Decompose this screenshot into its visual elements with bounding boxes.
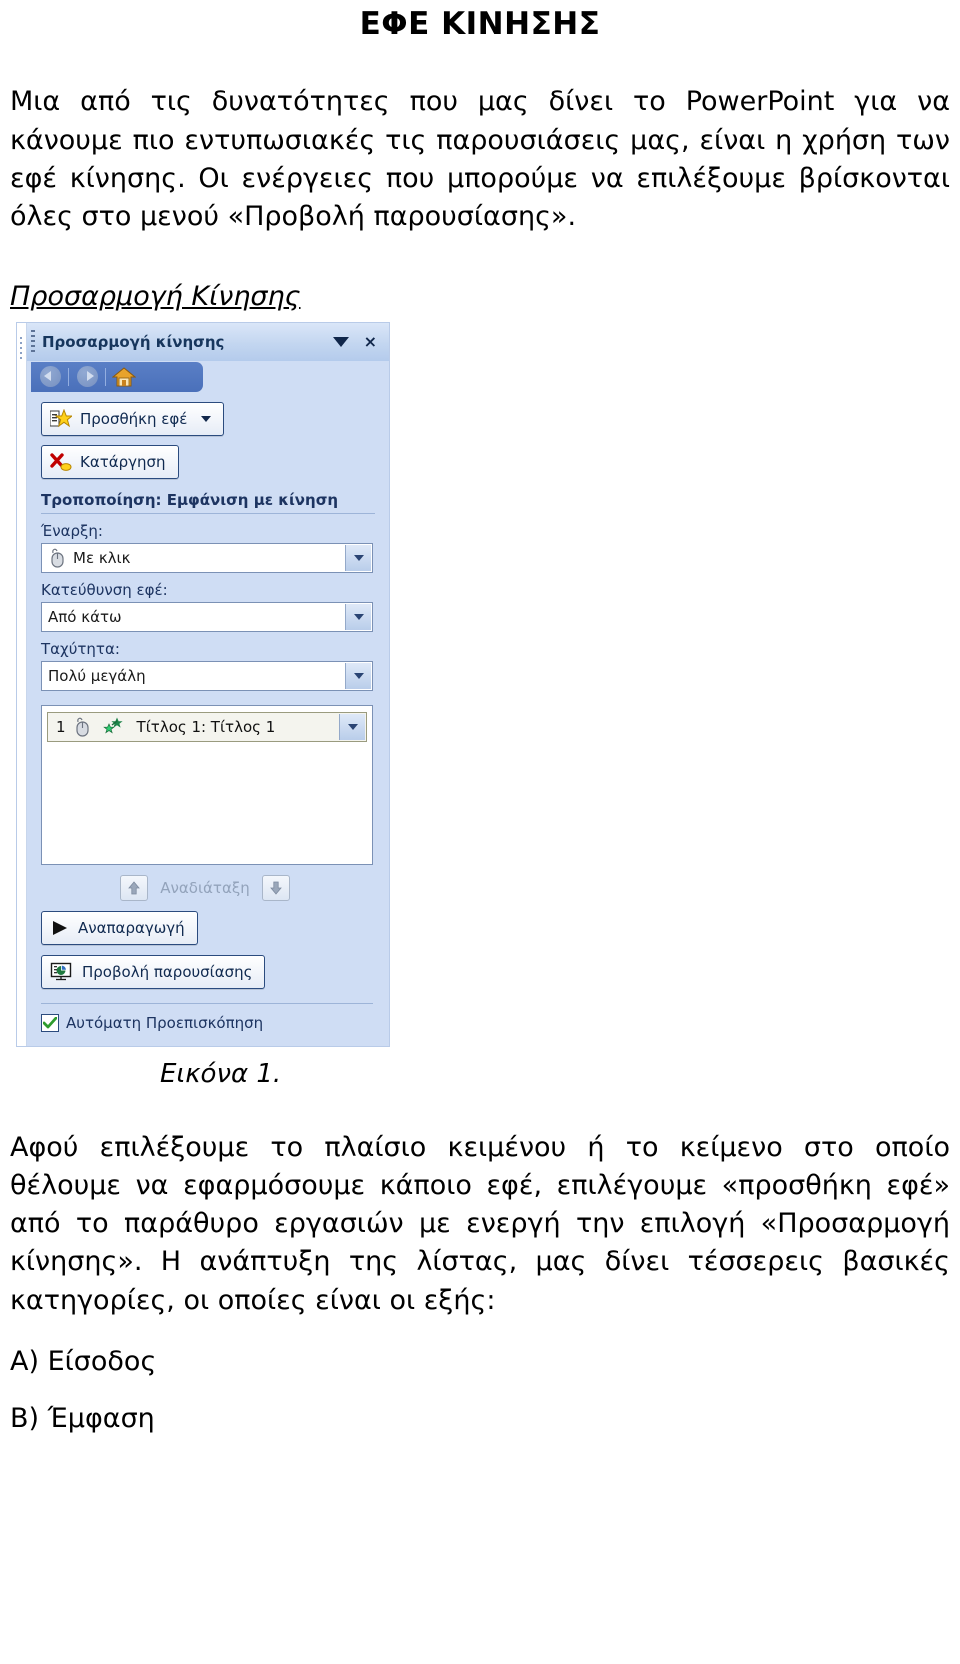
toolbar-separator	[68, 367, 69, 386]
pane-left-rail	[17, 322, 27, 1046]
custom-animation-task-pane: Προσαρμογή κίνησης × Προσθήκη εφέ Κατάργ…	[16, 321, 390, 1047]
autopreview-row[interactable]: Αυτόματη Προεπισκόπηση	[41, 1013, 389, 1032]
add-effect-star-icon	[50, 408, 72, 429]
add-effect-button-label: Προσθήκη εφέ	[80, 409, 188, 428]
speed-combobox-value: Πολύ μεγάλη	[48, 666, 146, 685]
arrow-down-icon[interactable]	[261, 874, 290, 901]
direction-combobox[interactable]: Από κάτω	[41, 601, 373, 632]
speed-combobox-chevron-down-icon[interactable]	[345, 662, 371, 689]
pane-inner: Προσαρμογή κίνησης × Προσθήκη εφέ Κατάργ…	[27, 322, 389, 1032]
section-heading: Προσαρμογή Κίνησης	[10, 280, 301, 312]
section-heading-wrap: Προσαρμογή Κίνησης	[8, 237, 952, 322]
start-combobox[interactable]: Με κλικ	[41, 542, 373, 573]
modify-section-heading: Τροποποίηση: Εμφάνιση με κίνηση	[41, 491, 375, 514]
navbar-blue-strip	[31, 361, 203, 392]
mouse-click-icon	[48, 548, 66, 568]
add-effect-row: Προσθήκη εφέ	[27, 393, 389, 436]
document-page: ΕΦΕ ΚΙΝΗΣΗΣ Μια από τις δυνατότητες που …	[0, 6, 960, 1438]
direction-field-label: Κατεύθυνση εφέ:	[41, 580, 168, 599]
direction-combobox-value: Από κάτω	[48, 607, 122, 626]
remove-effect-button[interactable]: Κατάργηση	[41, 444, 179, 479]
play-triangle-icon	[50, 920, 70, 936]
speed-field-label: Ταχύτητα:	[41, 639, 120, 658]
play-button-label: Αναπαραγωγή	[78, 918, 185, 937]
category-item-a: Α) Είσοδος	[10, 1346, 157, 1378]
intro-paragraph: Μια από τις δυνατότητες που μας δίνει το…	[10, 86, 950, 233]
pane-divider	[41, 1002, 373, 1004]
remove-effect-row: Κατάργηση	[27, 436, 389, 479]
figure-caption: Εικόνα 1.	[160, 1058, 282, 1089]
toolbar-separator	[105, 367, 106, 386]
animation-order-number: 1	[56, 717, 66, 736]
start-combobox-value: Με κλικ	[73, 548, 131, 567]
start-combobox-chevron-down-icon[interactable]	[345, 544, 371, 571]
arrow-up-icon[interactable]	[120, 874, 149, 901]
slideshow-button-label: Προβολή παρουσίασης	[82, 962, 253, 981]
add-effect-button[interactable]: Προσθήκη εφέ	[41, 401, 225, 436]
drag-handle-icon[interactable]	[31, 329, 35, 354]
reorder-label: Αναδιάταξη	[160, 878, 250, 897]
reorder-row: Αναδιάταξη	[27, 874, 389, 901]
green-star-entrance-icon	[101, 717, 125, 737]
list-item[interactable]: 1 Τίτλος 1: Τίτλος 1	[47, 711, 367, 742]
remove-effect-button-label: Κατάργηση	[80, 452, 166, 471]
slideshow-button[interactable]: Προβολή παρουσίασης	[41, 954, 266, 989]
back-arrow-icon[interactable]	[37, 365, 63, 389]
check-icon	[43, 1016, 57, 1028]
second-paragraph: Αφού επιλέξουμε το πλαίσιο κειμένου ή το…	[10, 1131, 950, 1316]
playback-buttons: Αναπαραγωγή Προβολή παρουσίασης	[27, 901, 389, 999]
animation-list[interactable]: 1 Τίτλος 1: Τίτλος 1	[41, 704, 373, 865]
pane-titlebar: Προσαρμογή κίνησης ×	[27, 322, 389, 361]
direction-combobox-chevron-down-icon[interactable]	[345, 603, 371, 630]
chevron-down-icon[interactable]	[201, 415, 212, 422]
play-button[interactable]: Αναπαραγωγή	[41, 910, 198, 945]
category-item-b: Β) Έμφαση	[10, 1403, 155, 1435]
pane-title-label: Προσαρμογή κίνησης	[42, 332, 225, 351]
animation-item-label: Τίτλος 1: Τίτλος 1	[136, 717, 276, 736]
speed-combobox[interactable]: Πολύ μεγάλη	[41, 660, 373, 691]
pane-navigation-toolbar	[27, 361, 389, 393]
mouse-click-icon	[73, 717, 91, 737]
page-title: ΕΦΕ ΚΙΝΗΣΗΣ	[359, 6, 601, 42]
forward-arrow-icon[interactable]	[74, 365, 100, 389]
autopreview-label: Αυτόματη Προεπισκόπηση	[66, 1013, 264, 1032]
pane-grip-dots-icon	[20, 336, 22, 359]
close-icon[interactable]: ×	[356, 333, 381, 350]
start-field-label: Έναρξη:	[41, 521, 103, 540]
pane-menu-chevron-down-icon[interactable]	[332, 336, 350, 348]
remove-effect-icon	[50, 452, 72, 472]
autopreview-checkbox[interactable]	[41, 1013, 59, 1032]
home-icon[interactable]	[111, 365, 137, 389]
slideshow-screen-icon	[50, 962, 74, 982]
figure-custom-animation-pane: Προσαρμογή κίνησης × Προσθήκη εφέ Κατάργ…	[16, 321, 390, 1047]
animation-item-chevron-down-icon[interactable]	[339, 713, 365, 740]
